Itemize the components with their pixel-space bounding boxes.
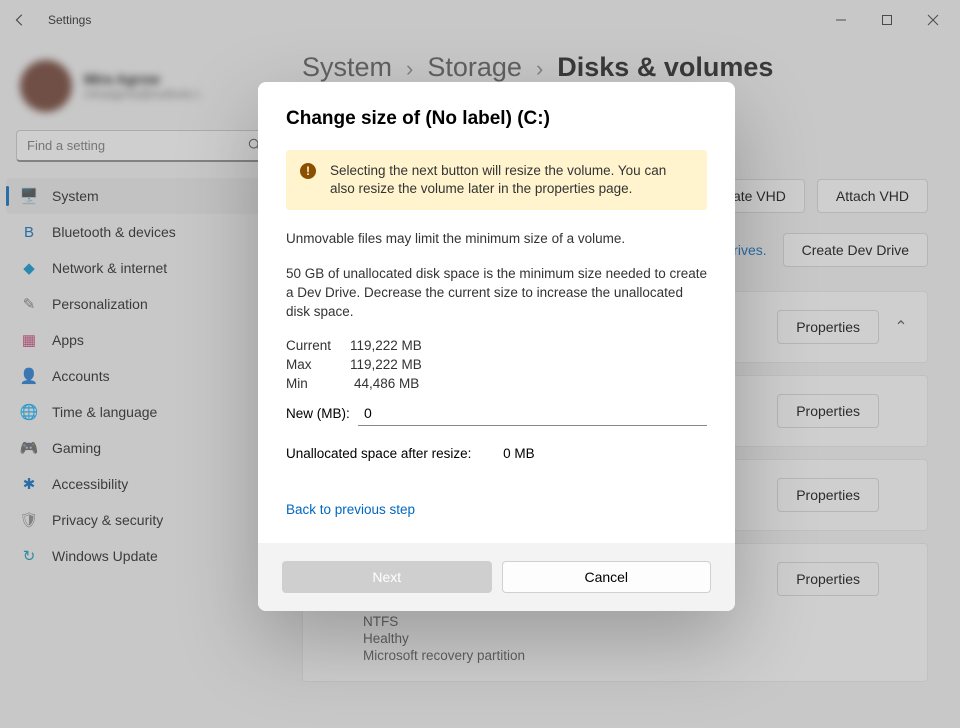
warning-banner: ! Selecting the next button will resize … (286, 150, 707, 210)
next-button[interactable]: Next (282, 561, 492, 593)
max-label: Max (286, 357, 350, 372)
min-label: Min (286, 376, 350, 391)
unallocated-value: 0 MB (503, 446, 535, 461)
min-value: 44,486 MB (354, 376, 419, 391)
new-size-label: New (MB): (286, 406, 358, 421)
cancel-button[interactable]: Cancel (502, 561, 712, 593)
unallocated-row: Unallocated space after resize: 0 MB (286, 446, 707, 461)
current-label: Current (286, 338, 350, 353)
new-size-input[interactable] (358, 401, 707, 426)
back-link[interactable]: Back to previous step (286, 502, 415, 517)
unallocated-label: Unallocated space after resize: (286, 446, 471, 461)
warning-text: Selecting the next button will resize th… (330, 162, 693, 198)
warning-icon: ! (300, 163, 316, 179)
dialog-title: Change size of (No label) (C:) (286, 108, 707, 130)
dialog-info-2: 50 GB of unallocated disk space is the m… (286, 265, 707, 322)
max-value: 119,222 MB (350, 357, 422, 372)
size-stats: Current119,222 MB Max119,222 MB Min 44,48… (286, 338, 707, 391)
dialog-info-1: Unmovable files may limit the minimum si… (286, 230, 707, 249)
current-value: 119,222 MB (350, 338, 422, 353)
resize-dialog: Change size of (No label) (C:) ! Selecti… (258, 82, 735, 611)
